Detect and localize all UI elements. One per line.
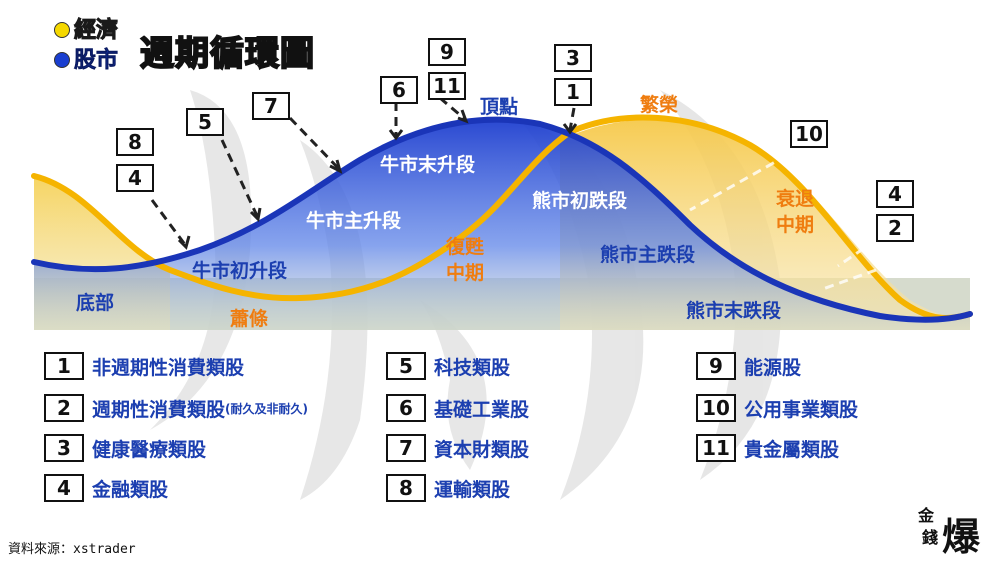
sector-label: 能源股 — [744, 356, 802, 379]
sector-num: 2 — [44, 394, 84, 422]
marker-box-10: 10 — [790, 120, 828, 148]
page-title: 週期循環圖 — [139, 33, 315, 75]
sector-note: (耐久及非耐久) — [225, 401, 308, 416]
sector-item-6: 6 基礎工業股 — [386, 394, 529, 422]
phase-bull-late: 牛市末升段 — [380, 154, 476, 176]
sector-label: 貴金屬類股 — [744, 438, 840, 461]
sector-num: 8 — [386, 474, 426, 502]
sector-label: 科技類股 — [434, 356, 511, 379]
sector-item-3: 3 健康醫療類股 — [44, 434, 206, 462]
marker-box-5: 5 — [186, 108, 224, 136]
stock-legend-dot — [54, 52, 70, 68]
economy-legend-dot — [54, 22, 70, 38]
sector-item-10: 10 公用事業類股 — [696, 394, 858, 422]
marker-box-1: 1 — [554, 78, 592, 106]
brand-logo: 金 錢 爆 — [916, 502, 988, 559]
phase-top: 頂點 — [480, 96, 519, 118]
sector-item-4: 4 金融類股 — [44, 474, 168, 502]
marker-box-3: 3 — [554, 44, 592, 72]
phase-recession-line2: 中期 — [776, 214, 815, 236]
phase-boom: 繁榮 — [640, 94, 679, 116]
cycle-diagram: 經濟 股市 週期循環圖 8 4 5 7 6 9 11 3 1 10 4 2 底部… — [0, 0, 996, 560]
phase-bear-early: 熊市初跌段 — [532, 190, 628, 212]
phase-bull-main: 牛市主升段 — [306, 210, 402, 232]
logo-char-3: 爆 — [942, 514, 981, 559]
sector-label: 健康醫療類股 — [92, 438, 207, 461]
phase-recession-line1: 衰退 — [776, 188, 815, 210]
sector-num: 3 — [44, 434, 84, 462]
sector-label: 運輸類股 — [434, 478, 511, 501]
sector-item-2: 2 週期性消費類股 (耐久及非耐久) — [44, 394, 308, 422]
phase-bear-main: 熊市主跌段 — [600, 244, 696, 266]
marker-box-4: 4 — [116, 164, 154, 192]
phase-depression: 蕭條 — [230, 308, 269, 330]
sector-num: 5 — [386, 352, 426, 380]
phase-bull-early: 牛市初升段 — [192, 260, 288, 282]
sector-item-8: 8 運輸類股 — [386, 474, 510, 502]
sector-num: 11 — [696, 434, 736, 462]
phase-recovery-line2: 中期 — [446, 262, 485, 284]
marker-box-8: 8 — [116, 128, 154, 156]
marker-box-6: 6 — [380, 76, 418, 104]
sector-label: 基礎工業股 — [434, 398, 530, 421]
stock-legend-label: 股市 — [74, 48, 119, 74]
logo-char-1: 金 — [918, 506, 935, 525]
sector-num: 9 — [696, 352, 736, 380]
source-note: 資料來源：xstrader — [8, 542, 136, 557]
phase-recovery-line1: 復甦 — [446, 236, 485, 258]
phase-bottom: 底部 — [76, 292, 115, 314]
marker-box-4b: 4 — [876, 180, 914, 208]
sector-item-7: 7 資本財類股 — [386, 434, 529, 462]
phase-recession: 衰退 中期 — [776, 186, 814, 238]
sector-label: 公用事業類股 — [744, 398, 859, 421]
sector-item-11: 11 貴金屬類股 — [696, 434, 839, 462]
sector-item-5: 5 科技類股 — [386, 352, 510, 380]
sector-label: 金融類股 — [92, 478, 169, 501]
sector-num: 6 — [386, 394, 426, 422]
phase-bear-late: 熊市末跌段 — [686, 300, 782, 322]
phase-recovery: 復甦 中期 — [446, 234, 484, 286]
sector-num: 10 — [696, 394, 736, 422]
economy-legend-label: 經濟 — [73, 18, 119, 44]
marker-box-9: 9 — [428, 38, 466, 66]
logo-char-2: 錢 — [922, 528, 939, 547]
marker-box-11: 11 — [428, 72, 466, 100]
sector-num: 1 — [44, 352, 84, 380]
sector-label: 週期性消費類股 — [92, 398, 226, 421]
sector-label: 非週期性消費類股 — [92, 356, 245, 379]
marker-box-7: 7 — [252, 92, 290, 120]
sector-num: 4 — [44, 474, 84, 502]
sector-num: 7 — [386, 434, 426, 462]
marker-box-2: 2 — [876, 214, 914, 242]
sector-item-1: 1 非週期性消費類股 — [44, 352, 244, 380]
sector-label: 資本財類股 — [434, 438, 530, 461]
sector-item-9: 9 能源股 — [696, 352, 801, 380]
